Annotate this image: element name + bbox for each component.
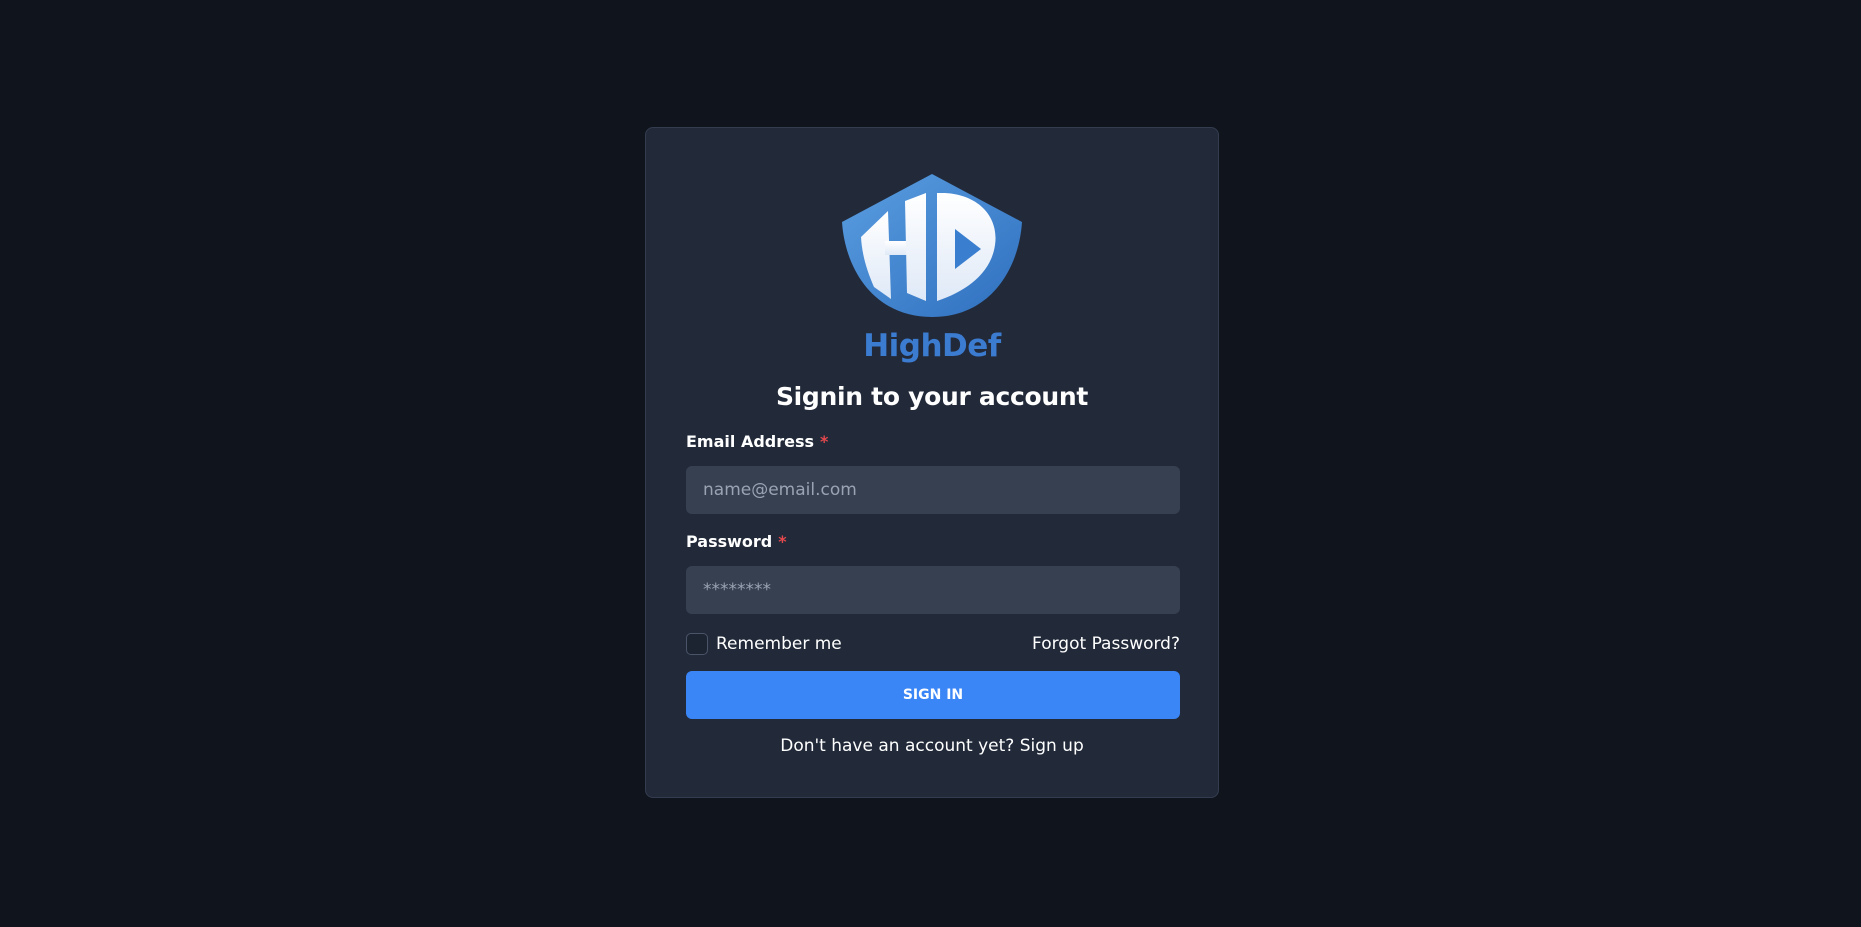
password-label: Password * xyxy=(686,532,787,551)
page-title: Signin to your account xyxy=(775,382,1089,411)
options-row: Remember me Forgot Password? xyxy=(686,631,1180,657)
password-required-mark: * xyxy=(778,532,787,551)
remember-me-checkbox[interactable] xyxy=(686,633,708,655)
email-input[interactable] xyxy=(686,466,1180,514)
shield-logo-icon xyxy=(842,174,1022,317)
signup-prompt: Don't have an account yet? Sign up xyxy=(646,736,1218,756)
email-label: Email Address * xyxy=(686,432,828,451)
remember-me-label: Remember me xyxy=(716,634,842,654)
email-label-text: Email Address xyxy=(686,432,815,451)
password-label-text: Password xyxy=(686,532,773,551)
forgot-password-link[interactable]: Forgot Password? xyxy=(1032,634,1180,654)
sign-in-button[interactable]: SIGN IN xyxy=(686,671,1180,719)
brand-name: HighDef xyxy=(863,328,1001,364)
signin-card: HighDef Signin to your account Email Add… xyxy=(645,127,1219,798)
sign-up-link[interactable]: Sign up xyxy=(1020,736,1084,756)
remember-me[interactable]: Remember me xyxy=(686,633,842,655)
password-input[interactable] xyxy=(686,566,1180,614)
logo xyxy=(646,173,1218,319)
email-required-mark: * xyxy=(820,432,829,451)
signup-prompt-text: Don't have an account yet? xyxy=(780,736,1015,756)
